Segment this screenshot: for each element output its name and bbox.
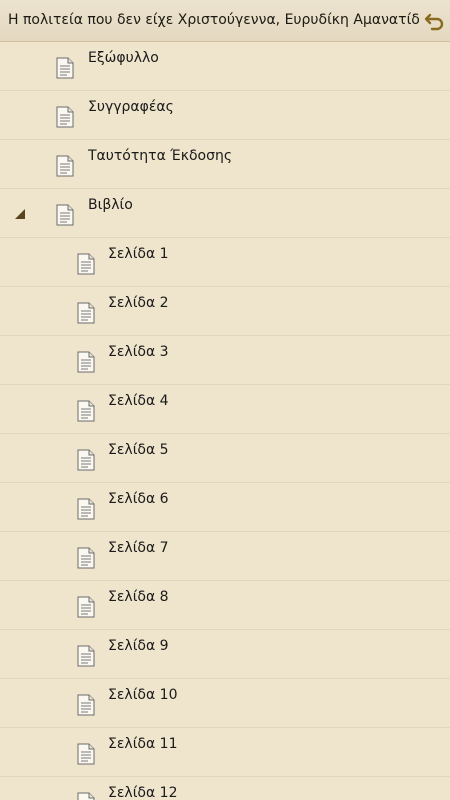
document-icon [77,449,95,471]
document-icon [77,694,95,716]
toc-item-label: Σελίδα 3 [108,344,169,360]
toc-item-page[interactable]: Σελίδα 3 [0,336,450,385]
document-icon [77,596,95,618]
toc-item-label: Σελίδα 1 [108,246,169,262]
toc-item-label: Σελίδα 5 [108,442,169,458]
toc-item-page[interactable]: Σελίδα 11 [0,728,450,777]
document-icon [56,204,74,226]
expand-collapse-icon[interactable] [15,209,25,219]
toc-item-label: Σελίδα 2 [108,295,169,311]
toc-item-page[interactable]: Σελίδα 7 [0,532,450,581]
toc-item-page[interactable]: Σελίδα 9 [0,630,450,679]
toc-item-label: Σελίδα 10 [108,687,178,703]
document-icon [77,302,95,324]
toc-item-label: Σελίδα 9 [108,638,169,654]
document-icon [77,498,95,520]
toc-item-label: Συγγραφέας [88,99,174,115]
toc-item-label: Σελίδα 7 [108,540,169,556]
toc-item-label: Σελίδα 11 [108,736,178,752]
toc-item-label: Σελίδα 6 [108,491,169,507]
toc-item[interactable]: Ταυτότητα Έκδοσης [0,140,450,189]
document-icon [77,253,95,275]
toc-item-page[interactable]: Σελίδα 2 [0,287,450,336]
book-title: Η πολιτεία που δεν είχε Χριστούγεννα, Ευ… [8,12,420,28]
toc-item[interactable]: Συγγραφέας [0,91,450,140]
document-icon [77,743,95,765]
toc-item-label: Σελίδα 8 [108,589,169,605]
document-icon [56,106,74,128]
toc-item[interactable]: Εξώφυλλο [0,42,450,91]
toc-item-page[interactable]: Σελίδα 5 [0,434,450,483]
toc-item-label: Εξώφυλλο [88,50,159,66]
toc-item-label: Σελίδα 4 [108,393,169,409]
app-root: Η πολιτεία που δεν είχε Χριστούγεννα, Ευ… [0,0,450,800]
toc-item-label: Σελίδα 12 [108,785,178,800]
document-icon [56,57,74,79]
document-icon [77,351,95,373]
document-icon [77,645,95,667]
toc-item-page[interactable]: Σελίδα 1 [0,238,450,287]
toc-item-book[interactable]: Βιβλίο [0,189,450,238]
title-bar: Η πολιτεία που δεν είχε Χριστούγεννα, Ευ… [0,0,450,42]
toc-item-label: Βιβλίο [88,197,133,213]
toc-item-page[interactable]: Σελίδα 4 [0,385,450,434]
back-arrow-icon[interactable] [424,10,446,32]
document-icon [56,155,74,177]
document-icon [77,547,95,569]
toc-item-page[interactable]: Σελίδα 8 [0,581,450,630]
document-icon [77,792,95,800]
toc-item-page[interactable]: Σελίδα 6 [0,483,450,532]
toc-item-label: Ταυτότητα Έκδοσης [88,148,233,164]
toc-item-page[interactable]: Σελίδα 10 [0,679,450,728]
toc-item-page[interactable]: Σελίδα 12 [0,777,450,800]
toc-list: Εξώφυλλο Συγγραφέας Ταυτότητα Έκδοσης Βιβλί… [0,42,450,800]
document-icon [77,400,95,422]
